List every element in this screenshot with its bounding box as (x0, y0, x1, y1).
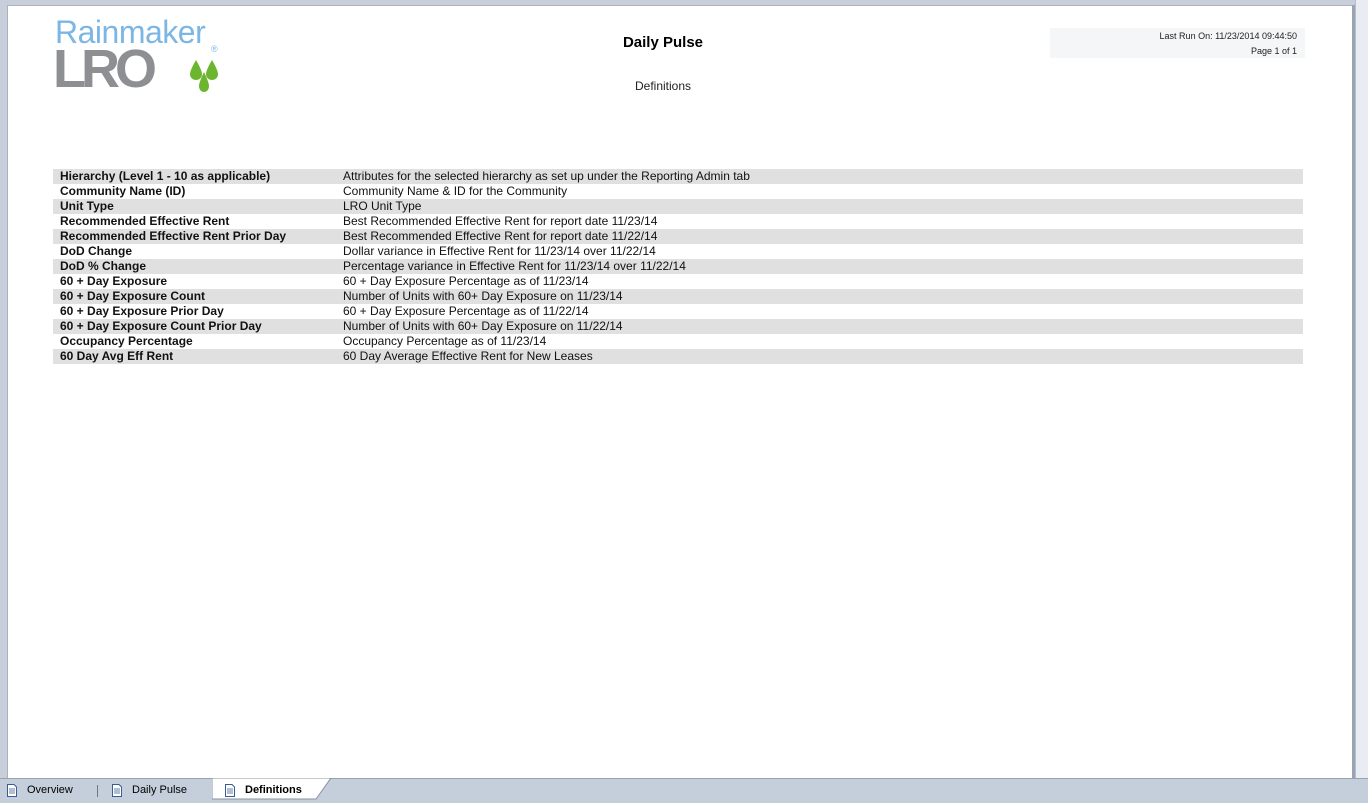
definition-description: 60 + Day Exposure Percentage as of 11/23… (343, 274, 589, 288)
definition-description: Best Recommended Effective Rent for repo… (343, 214, 658, 228)
definitions-table: Hierarchy (Level 1 - 10 as applicable) A… (53, 169, 1303, 364)
document-icon (225, 783, 235, 797)
definition-description: Percentage variance in Effective Rent fo… (336, 259, 1303, 274)
table-row: Unit Type LRO Unit Type (53, 199, 1303, 214)
last-run-timestamp: Last Run On: 11/23/2014 09:44:50 (1159, 31, 1297, 41)
tab-label: Definitions (245, 784, 302, 796)
tab-separator (97, 785, 98, 797)
definition-description: Occupancy Percentage as of 11/23/14 (343, 334, 547, 348)
tab-definitions[interactable]: Definitions (212, 778, 332, 800)
table-row: 60 + Day Exposure 60 + Day Exposure Perc… (53, 274, 1303, 289)
definition-term: Community Name (ID) (60, 184, 186, 198)
definition-description: Best Recommended Effective Rent for repo… (336, 229, 1303, 244)
logo-registered-mark: ® (211, 44, 218, 54)
company-logo: Rainmaker LRO ® (53, 14, 225, 99)
definition-term: Recommended Effective Rent (60, 214, 230, 228)
definition-description: Attributes for the selected hierarchy as… (336, 169, 1303, 184)
report-page: Rainmaker LRO ® Daily Pulse Definitions … (7, 5, 1353, 779)
definition-term: 60 + Day Exposure (60, 274, 168, 288)
vertical-scrollbar[interactable] (1355, 0, 1368, 778)
definition-description: Number of Units with 60+ Day Exposure on… (336, 289, 1303, 304)
definition-term: 60 Day Avg Eff Rent (53, 349, 336, 364)
table-row: 60 + Day Exposure Count Number of Units … (53, 289, 1303, 304)
page-number: Page 1 of 1 (1250, 46, 1297, 56)
definition-description: LRO Unit Type (336, 199, 1303, 214)
definition-description: Community Name & ID for the Community (343, 184, 568, 198)
report-viewer: Rainmaker LRO ® Daily Pulse Definitions … (0, 0, 1368, 779)
run-info-box: Last Run On: 11/23/2014 09:44:50 Page 1 … (1050, 28, 1305, 58)
table-row: Hierarchy (Level 1 - 10 as applicable) A… (53, 169, 1303, 184)
definition-term: Unit Type (53, 199, 336, 214)
table-row: Community Name (ID) Community Name & ID … (53, 184, 1303, 199)
definition-term: DoD % Change (53, 259, 336, 274)
document-icon (7, 783, 17, 797)
tab-daily-pulse[interactable]: Daily Pulse (111, 780, 187, 800)
tab-label: Overview (27, 784, 73, 796)
table-row: 60 Day Avg Eff Rent 60 Day Average Effec… (53, 349, 1303, 364)
table-row: DoD Change Dollar variance in Effective … (53, 244, 1303, 259)
table-row: Occupancy Percentage Occupancy Percentag… (53, 334, 1303, 349)
report-title: Daily Pulse (622, 34, 704, 51)
report-subtitle: Definitions (634, 79, 692, 93)
definition-description: Number of Units with 60+ Day Exposure on… (336, 319, 1303, 334)
definition-description: Dollar variance in Effective Rent for 11… (343, 244, 656, 258)
tab-overview[interactable]: Overview (6, 780, 73, 800)
tab-label: Daily Pulse (132, 784, 188, 796)
definition-term: DoD Change (60, 244, 132, 258)
logo-wordmark-bottom: LRO (53, 39, 157, 99)
definition-description: 60 + Day Exposure Percentage as of 11/22… (343, 304, 589, 318)
definition-term: Recommended Effective Rent Prior Day (53, 229, 336, 244)
table-row: 60 + Day Exposure Prior Day 60 + Day Exp… (53, 304, 1303, 319)
definition-term: Hierarchy (Level 1 - 10 as applicable) (53, 169, 336, 184)
definition-description: 60 Day Average Effective Rent for New Le… (336, 349, 1303, 364)
table-row: DoD % Change Percentage variance in Effe… (53, 259, 1303, 274)
definition-term: 60 + Day Exposure Count Prior Day (53, 319, 336, 334)
sheet-tab-bar: Overview Daily Pulse Definitions (0, 778, 1368, 803)
water-drops-icon (190, 60, 218, 92)
document-icon (112, 783, 122, 797)
table-row: Recommended Effective Rent Best Recommen… (53, 214, 1303, 229)
tab-definitions-content: Definitions (224, 780, 302, 800)
table-row: 60 + Day Exposure Count Prior Day Number… (53, 319, 1303, 334)
table-row: Recommended Effective Rent Prior Day Bes… (53, 229, 1303, 244)
definition-term: Occupancy Percentage (60, 334, 193, 348)
definition-term: 60 + Day Exposure Prior Day (60, 304, 224, 318)
definition-term: 60 + Day Exposure Count (53, 289, 336, 304)
